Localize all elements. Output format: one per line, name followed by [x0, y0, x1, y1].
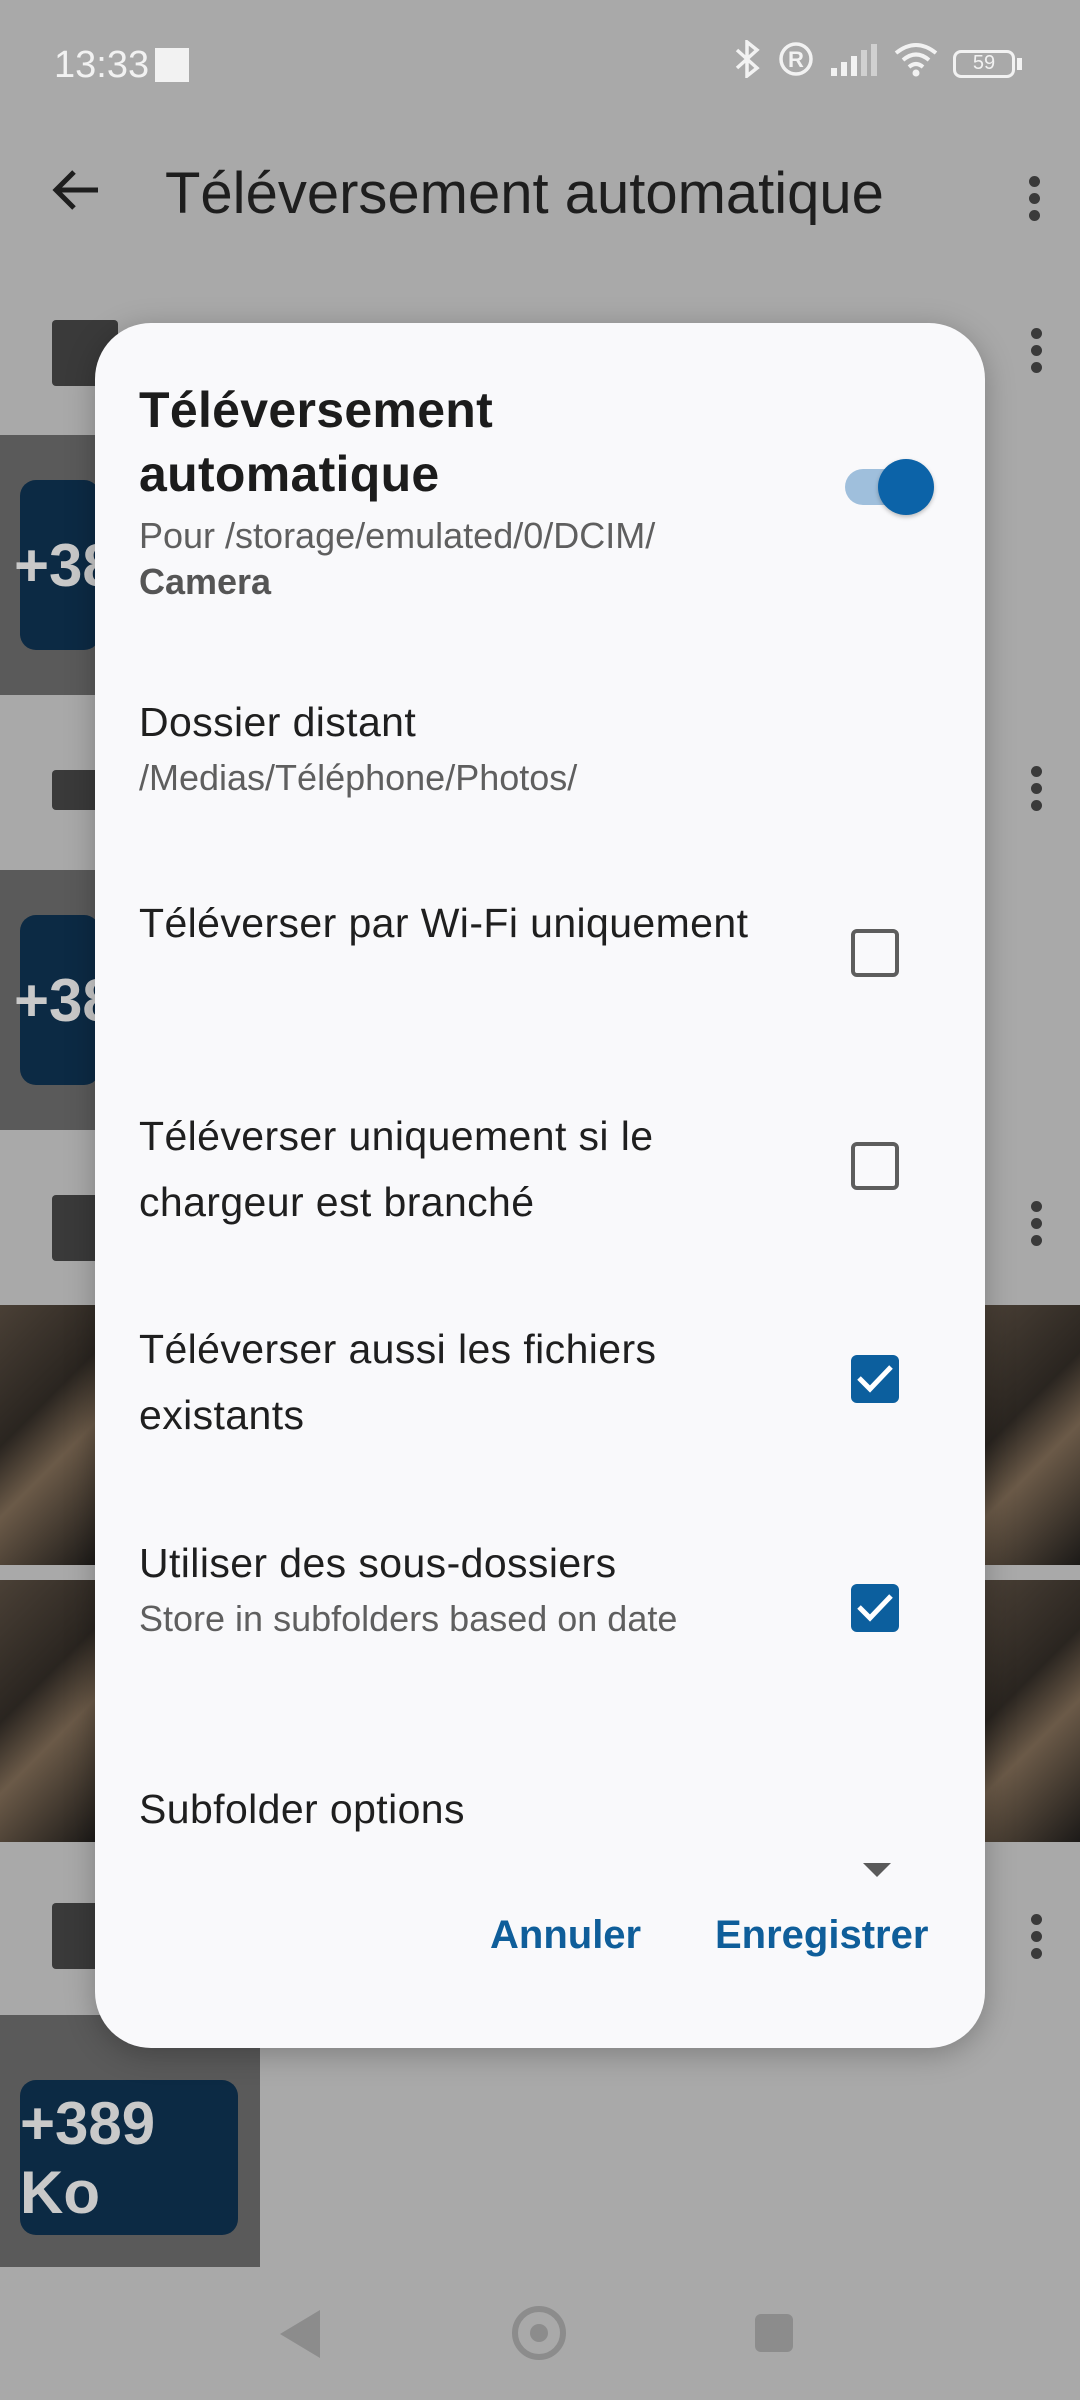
navigation-bar [0, 2270, 1080, 2400]
option-subfolders-sublabel: Store in subfolders based on date [139, 1598, 678, 1639]
battery-tip [1017, 57, 1022, 70]
signal-icon [829, 42, 879, 85]
row-menu-icon[interactable] [1026, 760, 1046, 820]
option-wifi-only-label: Téléverser par Wi-Fi uniquement [139, 900, 749, 946]
bluetooth-icon [733, 38, 763, 87]
nav-recents-icon[interactable] [755, 2314, 793, 2352]
save-button[interactable]: Enregistrer [715, 1913, 928, 1958]
wifi-only-checkbox[interactable] [851, 929, 899, 977]
check-icon [857, 1594, 893, 1622]
folder-size-tile: +389 Ko [20, 2080, 238, 2235]
remote-folder-title[interactable]: Dossier distant [139, 689, 759, 755]
registered-icon: R [777, 40, 815, 87]
auto-upload-dialog: Téléversement automatique Pour /storage/… [95, 323, 985, 2048]
option-subfolders-label: Utiliser des sous-dossiers [139, 1540, 617, 1586]
source-path: Pour /storage/emulated/0/DCIM/ [139, 515, 656, 556]
cancel-button[interactable]: Annuler [490, 1913, 641, 1958]
folder-size-tile: +38 [14, 480, 116, 650]
existing-files-checkbox[interactable] [851, 1355, 899, 1403]
dropdown-arrow-icon[interactable] [863, 1863, 891, 1877]
back-arrow-icon[interactable] [48, 160, 108, 220]
row-menu-icon[interactable] [1026, 1908, 1046, 1968]
remote-folder-path[interactable]: /Medias/Téléphone/Photos/ [139, 755, 839, 801]
folder-size-tile: +38 [14, 915, 116, 1085]
dialog-title: Téléversement automatique [139, 382, 494, 502]
subfolder-options-title: Subfolder options [139, 1786, 465, 1832]
source-folder: Camera [139, 561, 272, 602]
charging-only-checkbox[interactable] [851, 1142, 899, 1190]
check-icon [857, 1365, 893, 1393]
status-bar: 13:33 R 59 [0, 0, 1080, 130]
battery-icon: 59 [953, 49, 1015, 78]
app-bar: Téléversement automatique [0, 130, 1080, 260]
overflow-menu-icon[interactable] [1024, 170, 1044, 230]
nav-home-icon[interactable] [512, 2306, 566, 2360]
option-charging-only-label: Téléverser uniquement si le chargeur est… [139, 1113, 654, 1225]
status-time: 13:33 [54, 44, 150, 86]
page-title: Téléversement automatique [165, 161, 884, 226]
dialog-subtitle: Pour /storage/emulated/0/DCIM/ Camera [139, 513, 779, 605]
photo-thumbnail [0, 1305, 95, 1565]
toggle-thumb[interactable] [878, 459, 934, 515]
notification-icon [155, 48, 189, 82]
photo-thumbnail [0, 1580, 95, 1842]
folder-size: +389 Ko [20, 2089, 156, 2226]
subfolders-checkbox[interactable] [851, 1584, 899, 1632]
status-icons: R 59 [733, 38, 1022, 87]
row-menu-icon[interactable] [1026, 322, 1046, 382]
row-menu-icon[interactable] [1026, 1195, 1046, 1255]
photo-thumbnail [985, 1580, 1080, 1842]
photo-thumbnail [985, 1305, 1080, 1565]
wifi-icon [893, 41, 939, 86]
svg-text:R: R [788, 47, 804, 72]
nav-back-icon[interactable] [280, 2310, 320, 2358]
option-existing-files-label: Téléverser aussi les fichiers existants [139, 1326, 657, 1438]
